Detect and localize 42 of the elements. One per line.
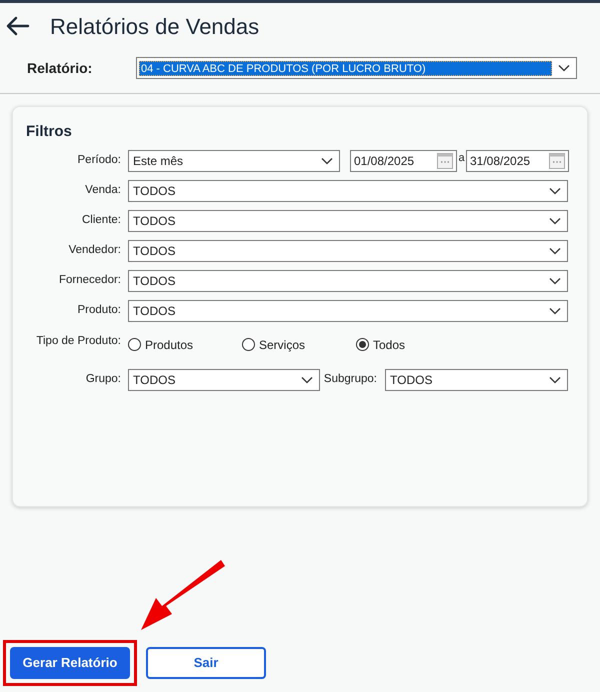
radio-option[interactable]: Serviços <box>242 336 306 354</box>
radio-option[interactable]: Produtos <box>128 336 194 354</box>
back-arrow-icon[interactable] <box>6 16 30 36</box>
chevron-icon <box>549 216 561 224</box>
date-field[interactable]: 31/08/2025 <box>466 150 569 172</box>
chevron-icon <box>301 376 313 384</box>
section-title: Filtros <box>25 122 73 142</box>
dropdown[interactable]: TODOS <box>128 240 568 262</box>
dropdown[interactable]: TODOS <box>385 368 568 390</box>
field-label: Vendedor: <box>68 242 121 258</box>
dropdown[interactable]: TODOS <box>128 210 568 232</box>
field-label: Cliente: <box>82 212 121 228</box>
field-label: Período: <box>78 152 121 168</box>
report-dropdown[interactable]: 04 - CURVA ABC DE PRODUTOS (POR LUCRO BRUTO) <box>136 57 577 79</box>
dropdown[interactable]: TODOS <box>128 180 568 202</box>
chevron-icon <box>549 246 561 254</box>
exit-button[interactable]: Sair <box>146 647 266 679</box>
chevron-icon <box>321 156 333 164</box>
dropdown[interactable]: TODOS <box>128 368 320 390</box>
chevron-icon <box>549 276 561 284</box>
field-label: Produto: <box>78 302 121 318</box>
date-field[interactable]: 01/08/2025 <box>350 150 457 172</box>
dropdown[interactable]: TODOS <box>128 270 568 292</box>
chevron-icon <box>549 306 561 314</box>
radio-button[interactable] <box>128 338 141 351</box>
radio-button[interactable] <box>242 338 255 351</box>
chevron-icon <box>549 186 561 194</box>
generate-report-button[interactable]: Gerar Relatório <box>10 647 130 679</box>
dropdown[interactable]: Este mês <box>128 150 340 172</box>
range-separator: a <box>457 150 466 166</box>
field-label: Grupo: <box>86 372 121 387</box>
page-title: Relatórios de Vendas <box>50 12 260 40</box>
field-label: Tipo de Produto: <box>36 334 121 348</box>
report-label: Relatório: <box>27 58 94 78</box>
chevron-icon <box>549 376 561 384</box>
chevron-icon <box>558 64 570 72</box>
field-label: Venda: <box>85 182 121 198</box>
field-label: Fornecedor: <box>58 272 121 288</box>
dropdown[interactable]: TODOS <box>128 300 568 322</box>
field-label: Subgrupo: <box>324 372 377 387</box>
radio-option[interactable]: Todos <box>356 336 406 354</box>
radio-button[interactable] <box>356 338 369 351</box>
